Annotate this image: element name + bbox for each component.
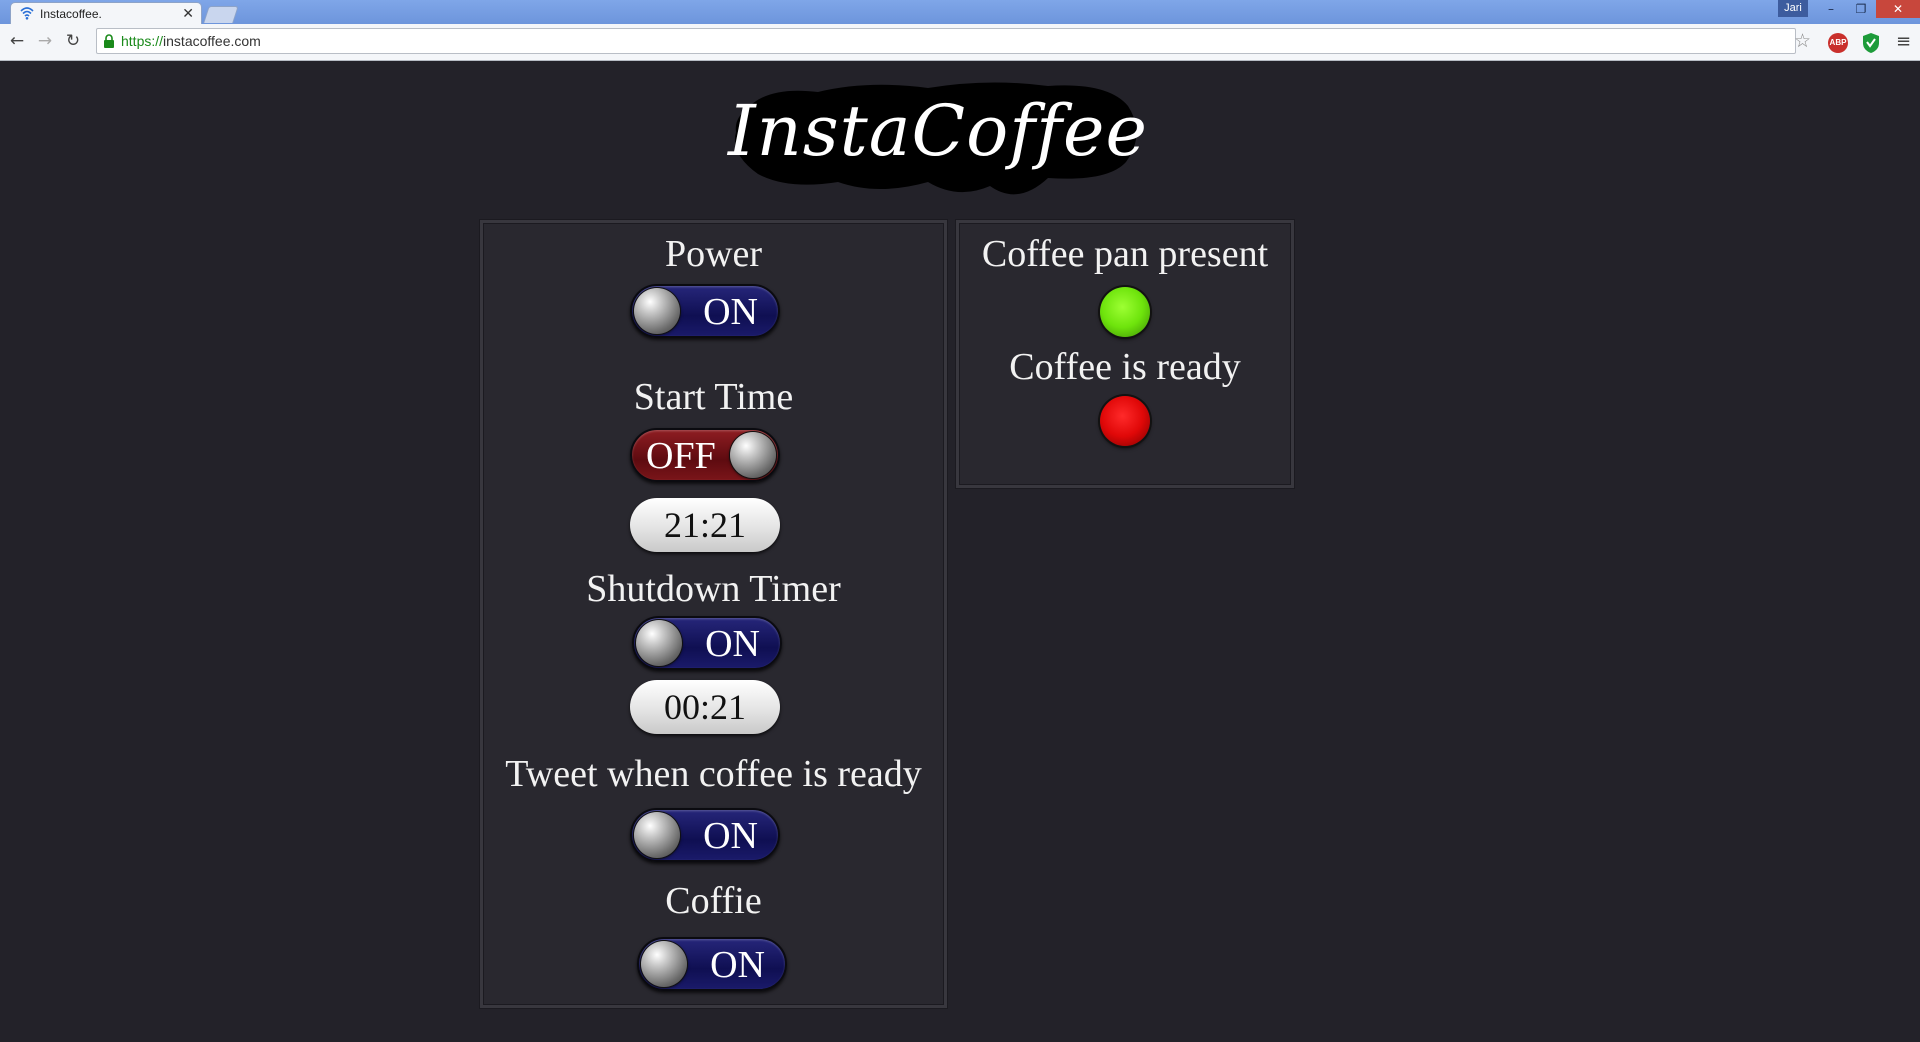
bookmark-star-icon[interactable]: ☆ (1794, 30, 1811, 52)
start-time-input[interactable]: 21:21 (630, 498, 780, 552)
url-host: instacoffee.com (163, 33, 261, 49)
adblock-icon[interactable]: ABP (1828, 33, 1848, 53)
toggle-state: ON (705, 623, 760, 665)
close-window-icon[interactable]: ✕ (1876, 0, 1920, 18)
power-label: Power (664, 233, 763, 275)
toggle-knob (641, 941, 687, 987)
instacoffee-logo: InstaCoffee (728, 78, 1148, 208)
shutdown-timer-toggle[interactable]: ON (632, 616, 782, 670)
new-tab-button[interactable] (203, 6, 239, 23)
shutdown-timer-label: Shutdown Timer (586, 568, 841, 610)
toggle-state: OFF (646, 435, 716, 477)
start-time-toggle[interactable]: OFF (630, 428, 780, 482)
address-bar[interactable]: https://instacoffee.com (96, 28, 1796, 54)
tweet-label: Tweet when coffee is ready (505, 753, 922, 795)
coffee-ready-label: Coffee is ready (1009, 346, 1241, 388)
toggle-knob (636, 620, 682, 666)
pan-present-label: Coffee pan present (981, 233, 1269, 275)
lock-icon (104, 34, 114, 48)
pan-present-indicator (1100, 287, 1150, 337)
power-toggle[interactable]: ON (630, 284, 780, 338)
toggle-knob (634, 812, 680, 858)
toggle-state: ON (710, 944, 765, 986)
tab-title: Instacoffee. (40, 7, 102, 21)
url-text: https://instacoffee.com (121, 33, 261, 49)
tab-close-icon[interactable]: ✕ (182, 5, 194, 22)
reload-icon[interactable]: ↻ (62, 30, 84, 52)
url-scheme: https:// (121, 33, 164, 49)
restore-icon[interactable]: ❐ (1846, 0, 1876, 18)
coffee-ready-indicator (1100, 396, 1150, 446)
start-time-label: Start Time (633, 376, 794, 418)
minimize-icon[interactable]: – (1816, 0, 1846, 18)
back-arrow-icon[interactable]: ← (6, 30, 28, 52)
wifi-icon (20, 7, 34, 20)
logo-text: InstaCoffee (728, 90, 1148, 172)
forward-arrow-icon[interactable]: → (34, 30, 56, 52)
browser-tab[interactable]: Instacoffee. ✕ (10, 2, 202, 24)
browser-titlebar: Instacoffee. ✕ Jari – ❐ ✕ (0, 0, 1920, 24)
tweet-toggle[interactable]: ON (630, 808, 780, 862)
toggle-knob (730, 432, 776, 478)
coffie-label: Coffie (665, 880, 762, 922)
shield-icon[interactable] (1862, 32, 1880, 54)
toggle-state: ON (703, 815, 758, 857)
toggle-knob (634, 288, 680, 334)
coffie-toggle[interactable]: ON (637, 937, 787, 991)
toggle-state: ON (703, 291, 758, 333)
profile-button[interactable]: Jari (1778, 0, 1808, 17)
menu-icon[interactable]: ≡ (1896, 31, 1911, 52)
browser-toolbar: ← → ↻ https://instacoffee.com ☆ ABP ≡ (0, 24, 1920, 61)
shutdown-time-input[interactable]: 00:21 (630, 680, 780, 734)
